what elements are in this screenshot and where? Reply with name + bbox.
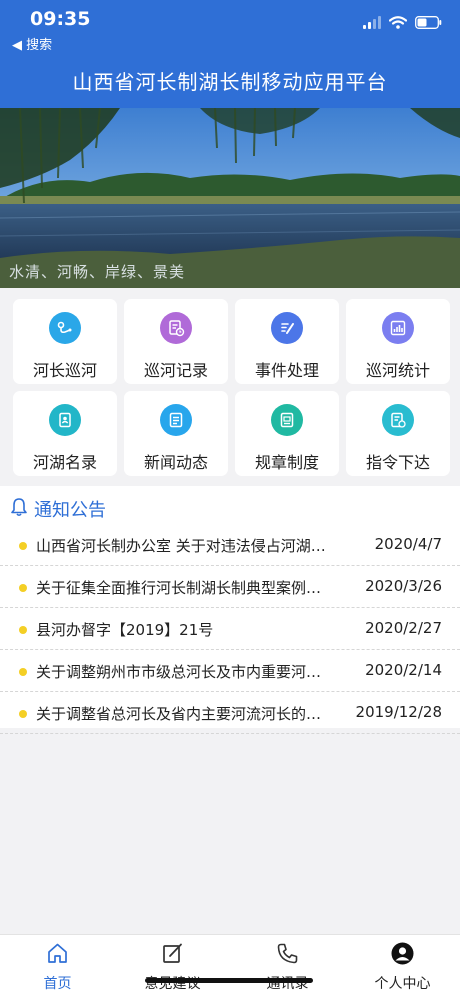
bullet-dot <box>19 668 27 676</box>
notice-item-title: 山西省河长制办公室 关于对违法侵占河湖问题的通报 <box>36 537 334 555</box>
tile-regulations[interactable]: 规章制度 <box>235 391 339 476</box>
tile-label: 河湖名录 <box>32 453 97 472</box>
list-item[interactable]: 关于调整省总河长及省内主要河流河长的通知 2019/12/28 <box>0 692 460 734</box>
notice-title: 通知公告 <box>34 500 106 521</box>
status-time: 09:35 <box>30 8 91 30</box>
phone-icon <box>275 941 300 966</box>
page-title: 山西省河长制湖长制移动应用平台 <box>72 70 388 94</box>
tile-label: 河长巡河 <box>32 361 97 380</box>
record-clock-icon <box>160 312 192 344</box>
tab-label: 通讯录 <box>266 976 309 992</box>
tile-news[interactable]: 新闻动态 <box>124 391 228 476</box>
tile-label: 事件处理 <box>254 361 319 380</box>
tile-label: 规章制度 <box>254 453 319 472</box>
task-edit-icon <box>271 312 303 344</box>
tile-label: 指令下达 <box>365 453 430 472</box>
battery-icon <box>415 16 442 29</box>
feedback-edit-icon <box>160 941 185 966</box>
list-item[interactable]: 县河办督字【2019】21号 2020/2/27 <box>0 608 460 650</box>
bullet-dot <box>19 584 27 592</box>
status-icons <box>363 16 442 29</box>
user-icon <box>390 941 415 966</box>
list-item[interactable]: 关于调整朔州市市级总河长及市内重要河流河长的通知 2020/2/14 <box>0 650 460 692</box>
bullet-dot <box>19 626 27 634</box>
notice-item-title: 关于调整朔州市市级总河长及市内重要河流河长的通知 <box>36 663 334 681</box>
notice-item-date: 2020/4/7 <box>374 535 442 553</box>
directory-book-icon <box>49 404 81 436</box>
bottom-tab-bar: 首页 意见建议 通讯录 个人中心 <box>0 934 460 996</box>
banner-caption: 水清、河畅、岸绿、景美 <box>9 263 186 281</box>
tile-event-handling[interactable]: 事件处理 <box>235 299 339 384</box>
cellular-signal-icon <box>363 16 381 29</box>
bullet-dot <box>19 542 27 550</box>
bell-icon <box>10 497 28 521</box>
regulation-doc-icon <box>271 404 303 436</box>
back-to-search-link[interactable]: ◀ 搜索 <box>12 34 52 53</box>
notice-header: 通知公告 <box>10 496 106 522</box>
tab-label: 意见建议 <box>144 976 201 992</box>
tab-contacts[interactable]: 通讯录 <box>230 935 345 996</box>
notice-item-date: 2020/3/26 <box>365 577 442 595</box>
patrol-route-icon <box>49 312 81 344</box>
tab-label: 首页 <box>43 976 72 992</box>
tab-home[interactable]: 首页 <box>0 935 115 996</box>
app-header: 09:35 ◀ 搜索 山西省河长制湖长制移动应用平台 <box>0 0 460 108</box>
news-list-icon <box>160 404 192 436</box>
notice-item-title: 县河办督字【2019】21号 <box>36 621 214 639</box>
bullet-dot <box>19 710 27 718</box>
tile-label: 巡河记录 <box>143 361 208 380</box>
tile-command-dispatch[interactable]: 指令下达 <box>346 391 450 476</box>
tile-label: 新闻动态 <box>143 453 208 472</box>
list-item[interactable]: 关于征集全面推行河长制湖长制典型案例的通知 2020/3/26 <box>0 566 460 608</box>
notice-panel: 通知公告 山西省河长制办公室 关于对违法侵占河湖问题的通报 2020/4/7 关… <box>0 486 460 734</box>
function-grid: 河长巡河 巡河记录 事件处理 巡河统计 河湖名录 新闻动态 规章制度 指令下达 <box>0 288 460 478</box>
notice-list: 山西省河长制办公室 关于对违法侵占河湖问题的通报 2020/4/7 关于征集全面… <box>0 524 460 734</box>
wifi-icon <box>389 16 407 29</box>
list-item[interactable]: 山西省河长制办公室 关于对违法侵占河湖问题的通报 2020/4/7 <box>0 524 460 566</box>
notice-item-date: 2020/2/27 <box>365 619 442 637</box>
home-indicator[interactable] <box>145 978 313 983</box>
hero-banner[interactable]: 水清、河畅、岸绿、景美 <box>0 108 460 288</box>
tab-profile[interactable]: 个人中心 <box>345 935 460 996</box>
notice-item-date: 2020/2/14 <box>365 661 442 679</box>
tile-label: 巡河统计 <box>365 361 430 380</box>
tab-feedback[interactable]: 意见建议 <box>115 935 230 996</box>
notice-item-title: 关于征集全面推行河长制湖长制典型案例的通知 <box>36 579 334 597</box>
tile-patrol-records[interactable]: 巡河记录 <box>124 299 228 384</box>
tile-river-patrol[interactable]: 河长巡河 <box>13 299 117 384</box>
notice-item-date: 2019/12/28 <box>355 703 442 721</box>
notice-item-title: 关于调整省总河长及省内主要河流河长的通知 <box>36 705 334 723</box>
command-doc-icon <box>382 404 414 436</box>
tile-patrol-statistics[interactable]: 巡河统计 <box>346 299 450 384</box>
tab-label: 个人中心 <box>374 976 431 992</box>
statistics-icon <box>382 312 414 344</box>
home-icon <box>45 941 70 966</box>
tile-river-directory[interactable]: 河湖名录 <box>13 391 117 476</box>
